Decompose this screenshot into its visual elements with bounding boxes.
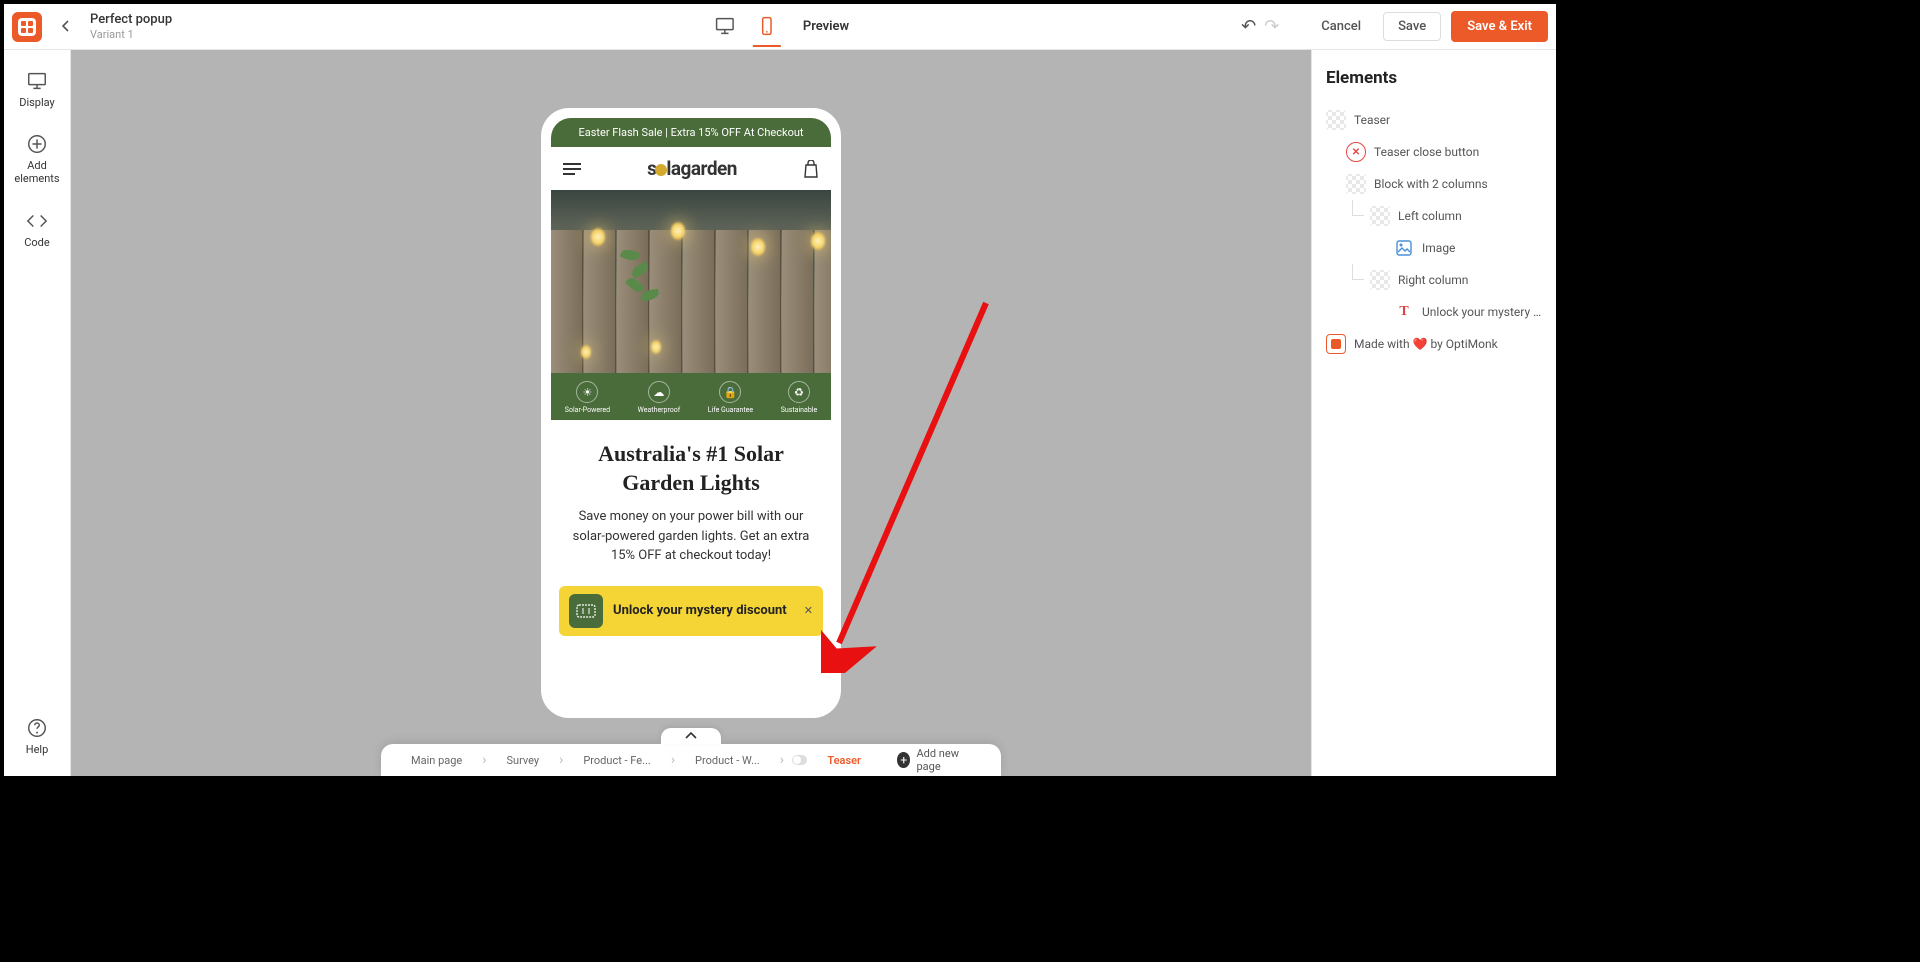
container-icon <box>1370 206 1390 226</box>
preview-site-header: slagarden <box>551 147 831 190</box>
pages-bar: Main page › Survey › Product - Fe... › P… <box>381 744 1001 776</box>
preview-body-text: Save money on your power bill with our s… <box>567 507 815 566</box>
tree-teaser-close[interactable]: ✕ Teaser close button <box>1346 136 1542 168</box>
mobile-device-button[interactable] <box>753 7 781 47</box>
variant-label: Variant 1 <box>90 28 172 41</box>
desktop-device-button[interactable] <box>711 7 739 47</box>
code-icon <box>26 210 48 232</box>
app-logo[interactable] <box>12 12 42 42</box>
preview-label: Preview <box>803 19 849 34</box>
chevron-right-icon: › <box>780 752 784 768</box>
page-toggle[interactable] <box>792 755 807 765</box>
tree-right-column[interactable]: Right column <box>1370 264 1542 296</box>
help-icon <box>26 717 48 739</box>
mobile-icon <box>757 16 777 36</box>
tool-sidebar: Display Add elements Code Help <box>4 50 71 776</box>
page-tab-survey[interactable]: Survey <box>486 754 559 767</box>
tree-left-column[interactable]: Left column <box>1370 200 1542 232</box>
sidebar-item-help[interactable]: Help <box>26 717 49 756</box>
app-header: Perfect popup Variant 1 Preview ↶ ↷ Canc… <box>4 4 1556 50</box>
container-icon <box>1326 110 1346 130</box>
campaign-title: Perfect popup <box>90 12 172 28</box>
back-button[interactable] <box>50 16 82 37</box>
tree-made-with[interactable]: Made with ❤️ by OptiMonk <box>1326 328 1542 360</box>
desktop-icon <box>714 15 736 37</box>
page-tab-product-fe[interactable]: Product - Fe... <box>563 754 670 767</box>
teaser-close-button[interactable]: ✕ <box>804 604 813 617</box>
hamburger-icon <box>563 162 581 176</box>
chevron-left-icon <box>60 20 72 32</box>
mobile-preview-frame: Easter Flash Sale | Extra 15% OFF At Che… <box>541 108 841 718</box>
tree-teaser[interactable]: Teaser <box>1326 104 1542 136</box>
sidebar-item-code[interactable]: Code <box>24 210 49 249</box>
text-icon: T <box>1394 302 1414 322</box>
display-icon <box>26 70 48 92</box>
add-page-button[interactable]: + Add new page <box>881 747 991 773</box>
teaser-text: Unlock your mystery discount <box>613 603 787 619</box>
chevron-up-icon <box>685 732 697 740</box>
optimonk-icon <box>1326 334 1346 354</box>
save-exit-button[interactable]: Save & Exit <box>1451 11 1548 42</box>
undo-button[interactable]: ↶ <box>1241 16 1256 37</box>
close-circle-icon: ✕ <box>1346 142 1366 162</box>
elements-panel-title: Elements <box>1326 68 1542 88</box>
preview-headline: Australia's #1 Solar Garden Lights <box>567 440 815 497</box>
container-icon <box>1370 270 1390 290</box>
plus-icon: + <box>897 752 910 768</box>
image-icon <box>1394 238 1414 258</box>
pages-expand-handle[interactable] <box>661 728 721 744</box>
sidebar-item-display[interactable]: Display <box>19 70 55 109</box>
annotation-arrow <box>821 293 1001 673</box>
preview-site-logo: slagarden <box>647 157 737 180</box>
page-tab-product-w[interactable]: Product - W... <box>675 754 780 767</box>
save-button[interactable]: Save <box>1383 12 1441 41</box>
tree-unlock-text[interactable]: T Unlock your mystery ... <box>1394 296 1542 328</box>
cancel-button[interactable]: Cancel <box>1309 13 1373 40</box>
page-tab-main[interactable]: Main page <box>391 754 482 767</box>
plus-circle-icon <box>26 133 48 155</box>
preview-announcement-bar: Easter Flash Sale | Extra 15% OFF At Che… <box>551 118 831 147</box>
canvas-area: Easter Flash Sale | Extra 15% OFF At Che… <box>71 50 1311 776</box>
tree-block-2col[interactable]: Block with 2 columns <box>1346 168 1542 200</box>
preview-hero-image: ☀Solar-Powered ☁Weatherproof 🔒Life Guara… <box>551 190 831 420</box>
ticket-icon <box>569 594 603 628</box>
elements-panel: Elements Teaser ✕ Teaser close button Bl… <box>1311 50 1556 776</box>
tree-image[interactable]: Image <box>1394 232 1542 264</box>
preview-teaser[interactable]: Unlock your mystery discount ✕ <box>559 586 823 636</box>
redo-button[interactable]: ↷ <box>1264 16 1279 37</box>
sidebar-item-add-elements[interactable]: Add elements <box>4 133 70 185</box>
bag-icon <box>803 160 819 178</box>
page-tab-teaser[interactable]: Teaser <box>807 754 881 767</box>
container-icon <box>1346 174 1366 194</box>
